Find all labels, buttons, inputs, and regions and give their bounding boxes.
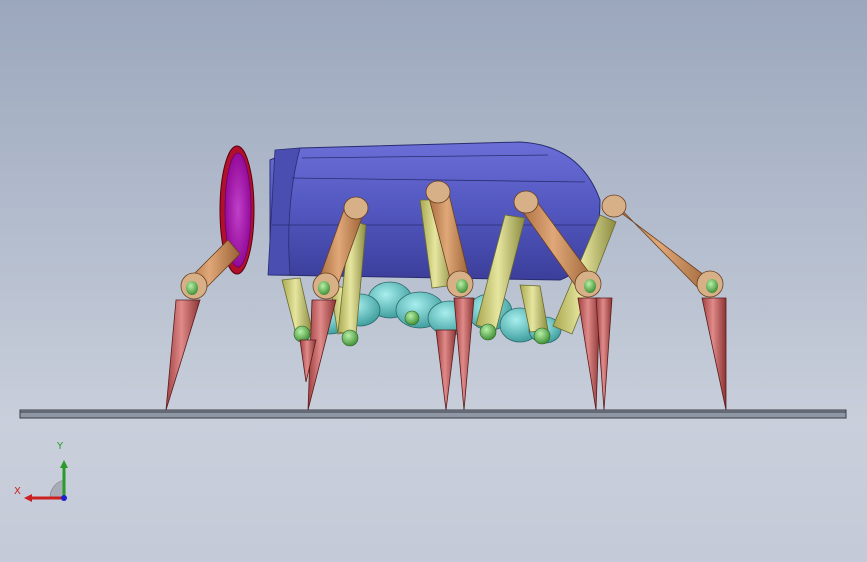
ground-plane [19,409,847,419]
graphics-viewport[interactable]: X Y [0,0,867,562]
spider-robot-model[interactable] [0,0,867,562]
triad-graphic [24,460,68,502]
coordinate-triad: X Y [10,440,80,510]
x-axis-label: X [14,486,21,497]
y-axis-label: Y [57,441,64,452]
